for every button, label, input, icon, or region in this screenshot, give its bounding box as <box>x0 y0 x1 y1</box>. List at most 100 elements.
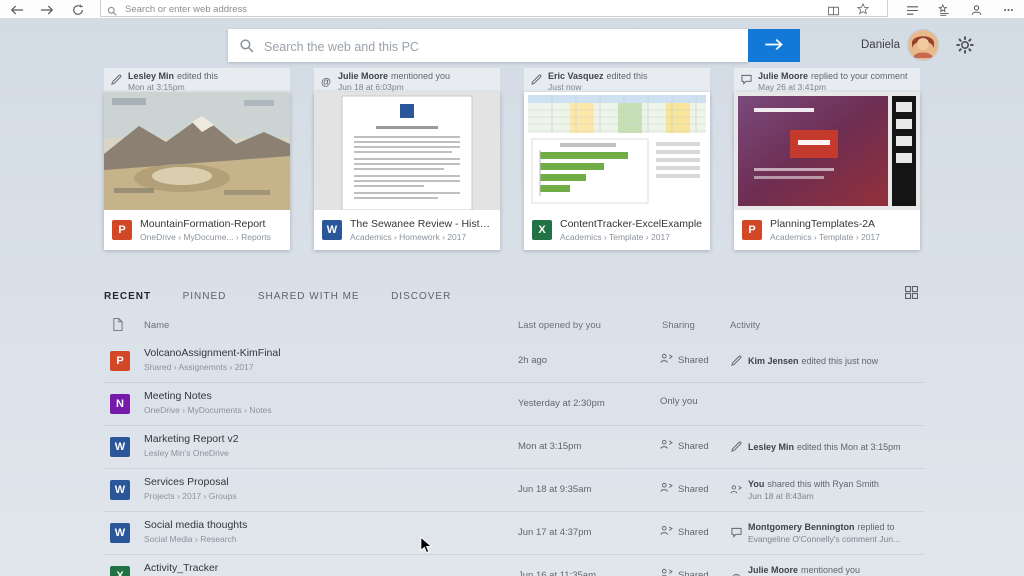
card-breadcrumb: Academics › Template › 2017 <box>560 232 702 242</box>
column-header-activity[interactable]: Activity <box>730 320 760 331</box>
reading-view-icon[interactable] <box>827 3 840 21</box>
refresh-icon[interactable] <box>72 3 84 21</box>
grid-view-icon[interactable] <box>905 286 918 304</box>
card-activity: Lesley Minedited this Mon at 3:15pm <box>104 68 290 92</box>
card-title[interactable]: MountainFormation-Report <box>140 218 271 230</box>
file-name[interactable]: Services Proposal <box>144 476 237 488</box>
more-icon[interactable] <box>1002 3 1015 21</box>
sharing-status: Shared <box>660 353 709 367</box>
profile-icon[interactable] <box>970 3 983 21</box>
onenote-icon: N <box>110 394 130 414</box>
forward-icon[interactable] <box>40 3 54 21</box>
activity-action: replied to your comment <box>811 71 908 81</box>
shared-icon <box>660 568 673 576</box>
tab-discover[interactable]: DISCOVER <box>391 291 451 302</box>
card-breadcrumb: OneDrive › MyDocume... › Reports <box>140 232 271 242</box>
excel-icon: X <box>110 566 130 576</box>
tab-shared-with-me[interactable]: SHARED WITH ME <box>258 291 360 302</box>
sharing-label: Shared <box>678 570 709 576</box>
table-row[interactable]: W Marketing Report v2 Lesley Min's OneDr… <box>104 425 924 468</box>
activity-time: May 26 at 3:41pm <box>758 82 908 92</box>
reading-list-icon[interactable] <box>906 3 919 21</box>
document-thumbnail <box>524 92 710 210</box>
activity-action: replied to <box>858 522 895 532</box>
web-search-box[interactable] <box>228 29 748 62</box>
document-thumbnail <box>734 92 920 210</box>
file-name[interactable]: Meeting Notes <box>144 390 272 402</box>
tab-pinned[interactable]: PINNED <box>183 291 227 302</box>
word-icon: W <box>322 220 342 240</box>
activity-actor: Montgomery Bennington <box>748 522 855 532</box>
document-card[interactable]: @ Julie Moorementioned you Jun 18 at 6:0… <box>314 68 500 250</box>
sharing-status: Shared <box>660 525 709 539</box>
recent-files-list: P VolcanoAssignment-KimFinal Shared › As… <box>104 340 924 576</box>
activity-cell: @ Julie Moorementioned you Jun 18 at 6:0… <box>730 555 860 576</box>
file-name[interactable]: VolcanoAssignment-KimFinal <box>144 347 281 359</box>
user-name[interactable]: Daniela <box>818 39 900 51</box>
card-title[interactable]: PlanningTemplates-2A <box>770 218 880 230</box>
file-path: Social Media › Research <box>144 534 247 544</box>
tab-recent[interactable]: RECENT <box>104 291 151 302</box>
activity-actor: Julie Moore <box>338 71 388 81</box>
file-name[interactable]: Marketing Report v2 <box>144 433 239 445</box>
browser-chrome <box>0 0 1024 19</box>
table-row[interactable]: X Activity_Tracker Social Media › Tracke… <box>104 554 924 576</box>
activity-actor: Kim Jensen <box>748 356 799 366</box>
table-row[interactable]: P VolcanoAssignment-KimFinal Shared › As… <box>104 340 924 382</box>
address-search-icon <box>107 3 117 21</box>
comment-icon <box>740 71 752 90</box>
powerpoint-icon: P <box>112 220 132 240</box>
back-icon[interactable] <box>10 3 24 21</box>
address-input[interactable] <box>123 2 627 17</box>
activity-time: Just now <box>548 82 648 92</box>
table-row[interactable]: W Social media thoughts Social Media › R… <box>104 511 924 554</box>
document-card[interactable]: Eric Vasquezedited this Just now <box>524 68 710 250</box>
sharing-label: Shared <box>678 527 709 538</box>
document-thumbnail <box>104 92 290 210</box>
file-path: Shared › Assignemnts › 2017 <box>144 362 281 372</box>
activity-action: edited this <box>607 71 648 81</box>
card-title[interactable]: The Sewanee Review - History <box>350 218 492 230</box>
sharing-status: Shared <box>660 482 709 496</box>
card-title[interactable]: ContentTracker-ExcelExample <box>560 218 702 230</box>
document-tabs: RECENT PINNED SHARED WITH ME DISCOVER <box>104 286 478 304</box>
activity-detail: Evangeline O'Connelly's comment Jun... <box>748 534 900 544</box>
share-icon <box>730 481 742 500</box>
document-card[interactable]: Julie Moorereplied to your comment May 2… <box>734 68 920 250</box>
avatar[interactable] <box>908 30 938 60</box>
shared-icon <box>660 353 673 367</box>
shared-icon <box>660 439 673 453</box>
office-home-page: Daniela Lesley Minedited this Mon at 3:1… <box>0 18 1024 576</box>
activity-actor: Julie Moore <box>748 565 798 575</box>
table-row[interactable]: W Services Proposal Projects › 2017 › Gr… <box>104 468 924 511</box>
activity-action: mentioned you <box>801 565 860 575</box>
address-bar[interactable] <box>100 0 888 17</box>
last-opened: 2h ago <box>518 355 547 366</box>
powerpoint-icon: P <box>742 220 762 240</box>
table-row[interactable]: N Meeting Notes OneDrive › MyDocuments ›… <box>104 382 924 425</box>
activity-time: Jun 18 at 8:43am <box>748 491 879 501</box>
shared-icon <box>660 482 673 496</box>
mention-icon: @ <box>320 71 332 90</box>
card-activity: Eric Vasquezedited this Just now <box>524 68 710 92</box>
web-search-input[interactable] <box>262 37 726 56</box>
file-name[interactable]: Activity_Tracker <box>144 562 259 574</box>
sharing-label: Shared <box>678 441 709 452</box>
comment-icon <box>730 524 742 543</box>
file-path: OneDrive › MyDocuments › Notes <box>144 405 272 415</box>
column-header-sharing[interactable]: Sharing <box>662 320 695 331</box>
activity-action: mentioned you <box>391 71 450 81</box>
gear-icon[interactable] <box>955 35 975 55</box>
last-opened: Mon at 3:15pm <box>518 441 581 452</box>
hub-icon[interactable] <box>938 3 951 21</box>
favorite-star-icon[interactable] <box>857 2 869 20</box>
activity-time: Jun 18 at 6:03pm <box>338 82 450 92</box>
search-submit-button[interactable] <box>748 29 800 62</box>
activity-cell: Montgomery Benningtonreplied to Evangeli… <box>730 512 900 554</box>
shared-icon <box>660 525 673 539</box>
column-header-last-opened[interactable]: Last opened by you <box>518 320 601 331</box>
column-header-name[interactable]: Name <box>144 320 169 331</box>
file-name[interactable]: Social media thoughts <box>144 519 247 531</box>
activity-actor: Julie Moore <box>758 71 808 81</box>
document-card[interactable]: Lesley Minedited this Mon at 3:15pm <box>104 68 290 250</box>
